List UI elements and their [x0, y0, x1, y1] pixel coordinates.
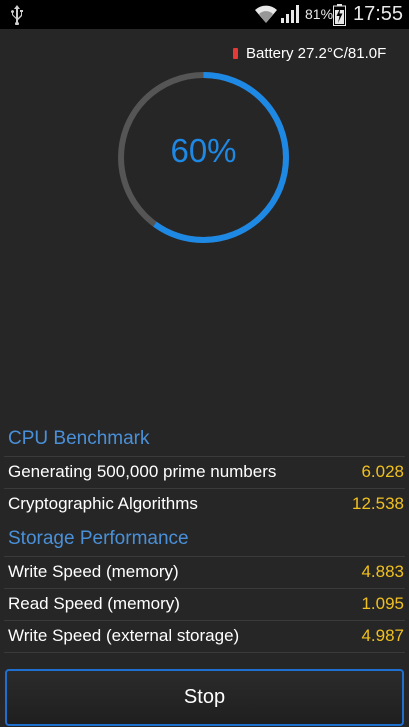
usb-icon [11, 5, 23, 25]
row-value: 4.883 [361, 562, 404, 581]
wifi-icon [255, 5, 277, 23]
row-label: Write Speed (external storage) [8, 626, 240, 645]
list-item: Cryptographic Algorithms 12.538 [0, 488, 409, 520]
row-value: 1.095 [361, 594, 404, 613]
cpu-benchmark-title: CPU Benchmark [8, 428, 150, 449]
status-bar: 81% 17:55 [0, 0, 409, 29]
list-item: Write Speed (memory) 4.883 [0, 556, 409, 588]
row-label: Cryptographic Algorithms [8, 494, 198, 513]
list-item: Write Speed (external storage) 4.987 [0, 620, 409, 652]
row-value: 6.028 [361, 462, 404, 481]
clock: 17:55 [353, 3, 404, 25]
row-label: Write Speed (memory) [8, 562, 179, 581]
battery-temperature: Battery 27.2°C/81.0F [233, 43, 386, 63]
row-value: 4.987 [361, 626, 404, 645]
storage-performance-title: Storage Performance [8, 528, 189, 549]
row-label: Read Speed (memory) [8, 594, 180, 613]
battery-temperature-text: Battery 27.2°C/81.0F [246, 44, 387, 62]
signal-icon [281, 5, 299, 23]
list-item: Read Speed (memory) 1.095 [0, 588, 409, 620]
divider [4, 652, 405, 653]
battery-indicator-icon [233, 47, 238, 59]
battery-charging-icon [333, 4, 346, 26]
list-item: Generating 500,000 prime numbers 6.028 [0, 456, 409, 488]
progress-percent: 60% [170, 132, 237, 169]
row-label: Generating 500,000 prime numbers [8, 462, 277, 481]
stop-button[interactable]: Stop [5, 669, 404, 726]
battery-percent: 81% [305, 6, 334, 22]
row-value: 12.538 [352, 494, 404, 513]
